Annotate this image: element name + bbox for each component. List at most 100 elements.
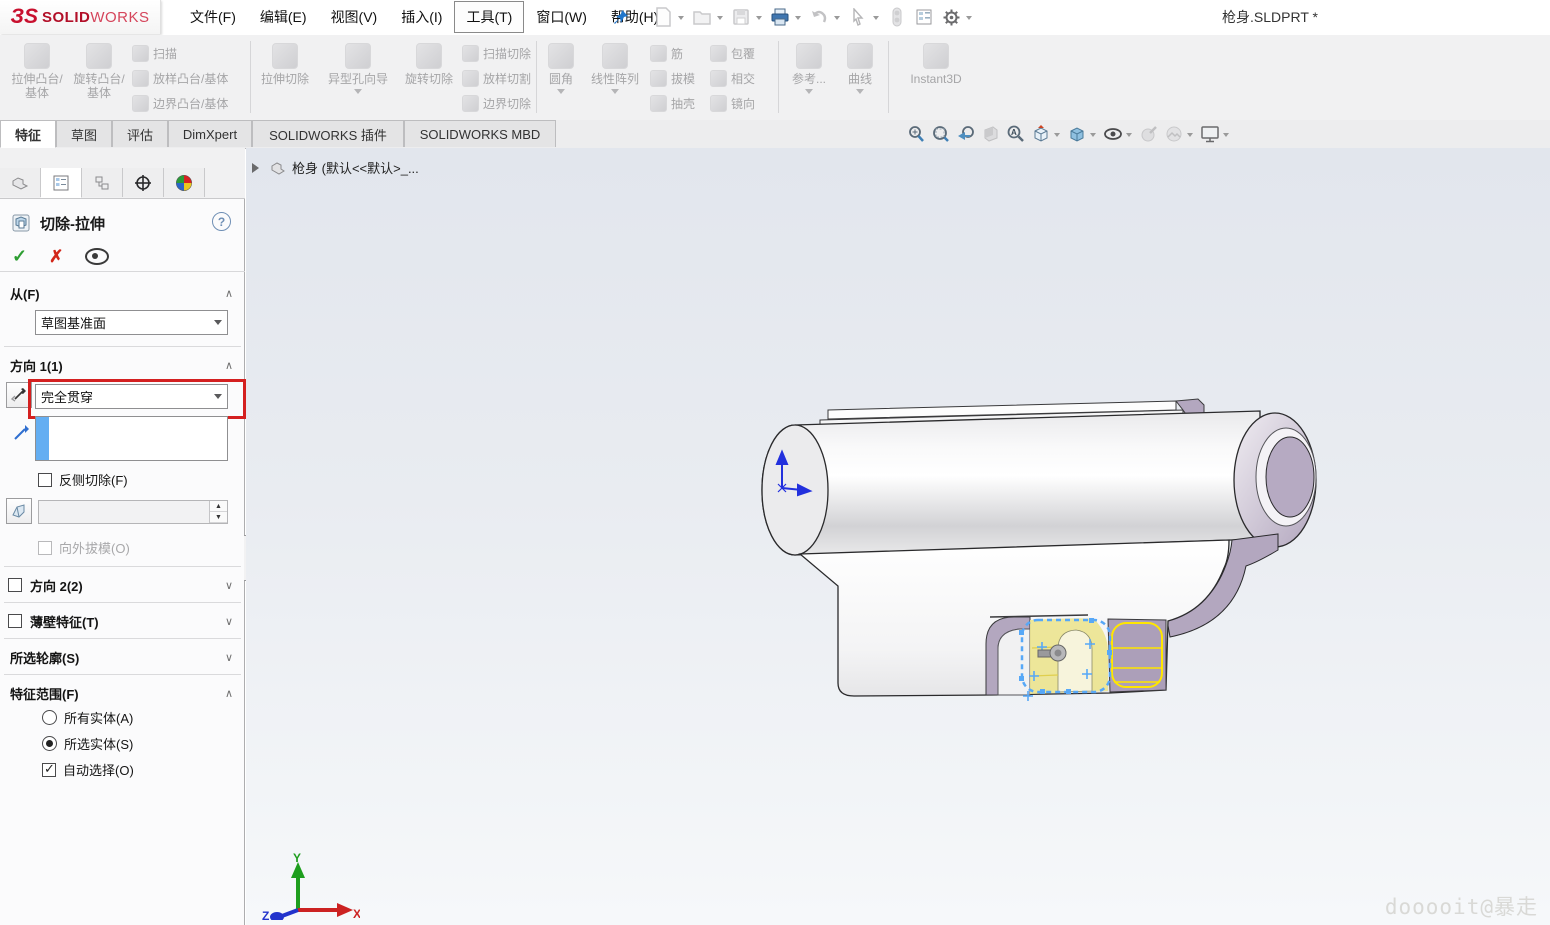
pm-action-row: ✓ ✗ <box>0 242 245 272</box>
view-orientation-icon[interactable] <box>1028 122 1053 146</box>
linear-pattern-button[interactable]: 线性阵列 <box>584 39 646 115</box>
draft-toggle-button[interactable] <box>6 498 32 524</box>
reference-axes-triad: Y X Z <box>260 850 360 920</box>
auto-select-row[interactable]: 自动选择(O) <box>42 760 134 779</box>
graphics-viewport[interactable]: 枪身 (默认<<默认>_... <box>246 148 1550 925</box>
tab-sketch[interactable]: 草图 <box>56 120 112 147</box>
preview-eye-icon[interactable] <box>85 248 109 265</box>
rib-stack: 筋 拔模 抽壳 <box>650 39 706 115</box>
rebuild-traffic-light-icon[interactable] <box>884 4 910 30</box>
section-from[interactable]: 从(F)∧ <box>0 280 245 306</box>
configuration-manager-tab[interactable] <box>82 168 123 197</box>
reference-geometry-button[interactable]: 参考... <box>784 39 834 115</box>
select-cursor-icon[interactable] <box>845 4 871 30</box>
help-icon[interactable]: ? <box>212 212 231 231</box>
direction2-checkbox[interactable] <box>8 578 22 592</box>
instant3d-button[interactable]: Instant3D <box>894 39 978 115</box>
menu-view[interactable]: 视图(V) <box>319 1 390 33</box>
draft-button[interactable]: 拔模 <box>650 66 695 90</box>
menu-edit[interactable]: 编辑(E) <box>248 1 319 33</box>
tab-evaluate[interactable]: 评估 <box>112 120 168 147</box>
tab-dimxpert[interactable]: DimXpert <box>168 120 252 147</box>
curves-button[interactable]: 曲线 <box>838 39 882 115</box>
draft-angle-spin-buttons[interactable]: ▲▼ <box>209 501 227 523</box>
mirror-button[interactable]: 镜向 <box>710 91 755 115</box>
mirror-icon <box>710 95 727 112</box>
flip-side-checkbox[interactable] <box>38 473 52 487</box>
boundary-cut-button[interactable]: 边界切除 <box>462 91 531 115</box>
model-gun-body <box>740 380 1340 720</box>
menu-insert[interactable]: 插入(I) <box>389 1 454 33</box>
feature-manager-tab[interactable] <box>0 168 41 197</box>
previous-view-icon[interactable] <box>953 122 978 146</box>
rib-button[interactable]: 筋 <box>650 41 683 65</box>
draft-outward-checkbox[interactable] <box>38 541 52 555</box>
swept-cut-button[interactable]: 扫描切除 <box>462 41 531 65</box>
tab-addins[interactable]: SOLIDWORKS 插件 <box>252 120 404 147</box>
selected-bodies-row[interactable]: 所选实体(S) <box>42 734 133 753</box>
property-manager-tab[interactable] <box>41 168 82 198</box>
menu-file[interactable]: 文件(F) <box>178 1 248 33</box>
options-list-icon[interactable] <box>911 4 937 30</box>
pin-menu-icon[interactable] <box>612 8 630 26</box>
section-selected-contours[interactable]: 所选轮廓(S)∨ <box>0 644 245 670</box>
hole-wizard-button[interactable]: 异型孔向导 <box>318 39 398 115</box>
extruded-boss-button[interactable]: 拉伸凸台/基体 <box>8 39 66 115</box>
flyout-feature-tree[interactable]: 枪身 (默认<<默认>_... <box>252 158 419 177</box>
shell-button[interactable]: 抽壳 <box>650 91 695 115</box>
all-bodies-radio[interactable] <box>42 710 57 725</box>
intersect-icon <box>710 70 727 87</box>
settings-gear-icon[interactable] <box>938 4 964 30</box>
section-direction1[interactable]: 方向 1(1)∧ <box>0 352 245 378</box>
property-manager-panel: 切除-拉伸 ? ✓ ✗ 从(F)∧ 草图基准面 方向 1(1)∧ 完全贯穿 <box>0 148 245 925</box>
draft-icon <box>650 70 667 87</box>
undo-icon[interactable] <box>806 4 832 30</box>
section-view-icon[interactable] <box>978 122 1003 146</box>
save-icon[interactable] <box>728 4 754 30</box>
section-thin-feature[interactable]: 薄壁特征(T)∨ <box>0 608 245 634</box>
sweep-icon <box>132 45 149 62</box>
cancel-button[interactable]: ✗ <box>49 247 63 267</box>
section-direction2[interactable]: 方向 2(2)∨ <box>0 572 245 598</box>
section-feature-scope[interactable]: 特征范围(F)∧ <box>0 680 245 706</box>
sweep-button[interactable]: 扫描 <box>132 41 177 65</box>
view-annotations-icon[interactable]: A <box>1003 122 1028 146</box>
intersect-button[interactable]: 相交 <box>710 66 755 90</box>
wrap-button[interactable]: 包覆 <box>710 41 755 65</box>
apply-scene-icon[interactable] <box>1161 122 1186 146</box>
tree-expand-icon[interactable] <box>252 163 264 173</box>
display-style-icon[interactable] <box>1064 122 1089 146</box>
menu-tools[interactable]: 工具(T) <box>454 1 524 33</box>
property-manager-icon <box>52 175 70 191</box>
zoom-to-area-icon[interactable] <box>928 122 953 146</box>
new-file-icon[interactable] <box>650 4 676 30</box>
tab-mbd[interactable]: SOLIDWORKS MBD <box>404 120 556 147</box>
commandmanager-tabs: 特征 草图 评估 DimXpert SOLIDWORKS 插件 SOLIDWOR… <box>0 120 1550 149</box>
lofted-boss-button[interactable]: 放样凸台/基体 <box>132 66 228 90</box>
fillet-button[interactable]: 圆角 <box>540 39 582 115</box>
zoom-to-fit-icon[interactable] <box>903 122 928 146</box>
revolved-cut-button[interactable]: 旋转切除 <box>400 39 458 115</box>
hide-show-items-icon[interactable] <box>1100 122 1125 146</box>
edit-appearance-icon[interactable] <box>1136 122 1161 146</box>
selected-bodies-radio[interactable] <box>42 736 57 751</box>
print-icon[interactable] <box>767 4 793 30</box>
start-condition-combo[interactable]: 草图基准面 <box>35 310 228 335</box>
revolved-boss-button[interactable]: 旋转凸台/基体 <box>70 39 128 115</box>
view-settings-icon[interactable] <box>1197 122 1222 146</box>
all-bodies-row[interactable]: 所有实体(A) <box>42 708 133 727</box>
boundary-boss-button[interactable]: 边界凸台/基体 <box>132 91 228 115</box>
ok-button[interactable]: ✓ <box>12 246 27 267</box>
thin-feature-checkbox[interactable] <box>8 614 22 628</box>
menu-window[interactable]: 窗口(W) <box>524 1 599 33</box>
draft-angle-input[interactable]: ▲▼ <box>38 500 228 524</box>
dimxpert-manager-tab[interactable] <box>123 168 164 197</box>
direction-selection-box[interactable] <box>35 416 228 461</box>
flip-side-row[interactable]: 反侧切除(F) <box>38 470 128 489</box>
open-file-icon[interactable] <box>689 4 715 30</box>
auto-select-checkbox[interactable] <box>42 763 56 777</box>
lofted-cut-button[interactable]: 放样切割 <box>462 66 531 90</box>
extruded-cut-button[interactable]: 拉伸切除 <box>256 39 314 115</box>
tab-features[interactable]: 特征 <box>0 120 56 148</box>
display-manager-tab[interactable] <box>164 168 205 197</box>
